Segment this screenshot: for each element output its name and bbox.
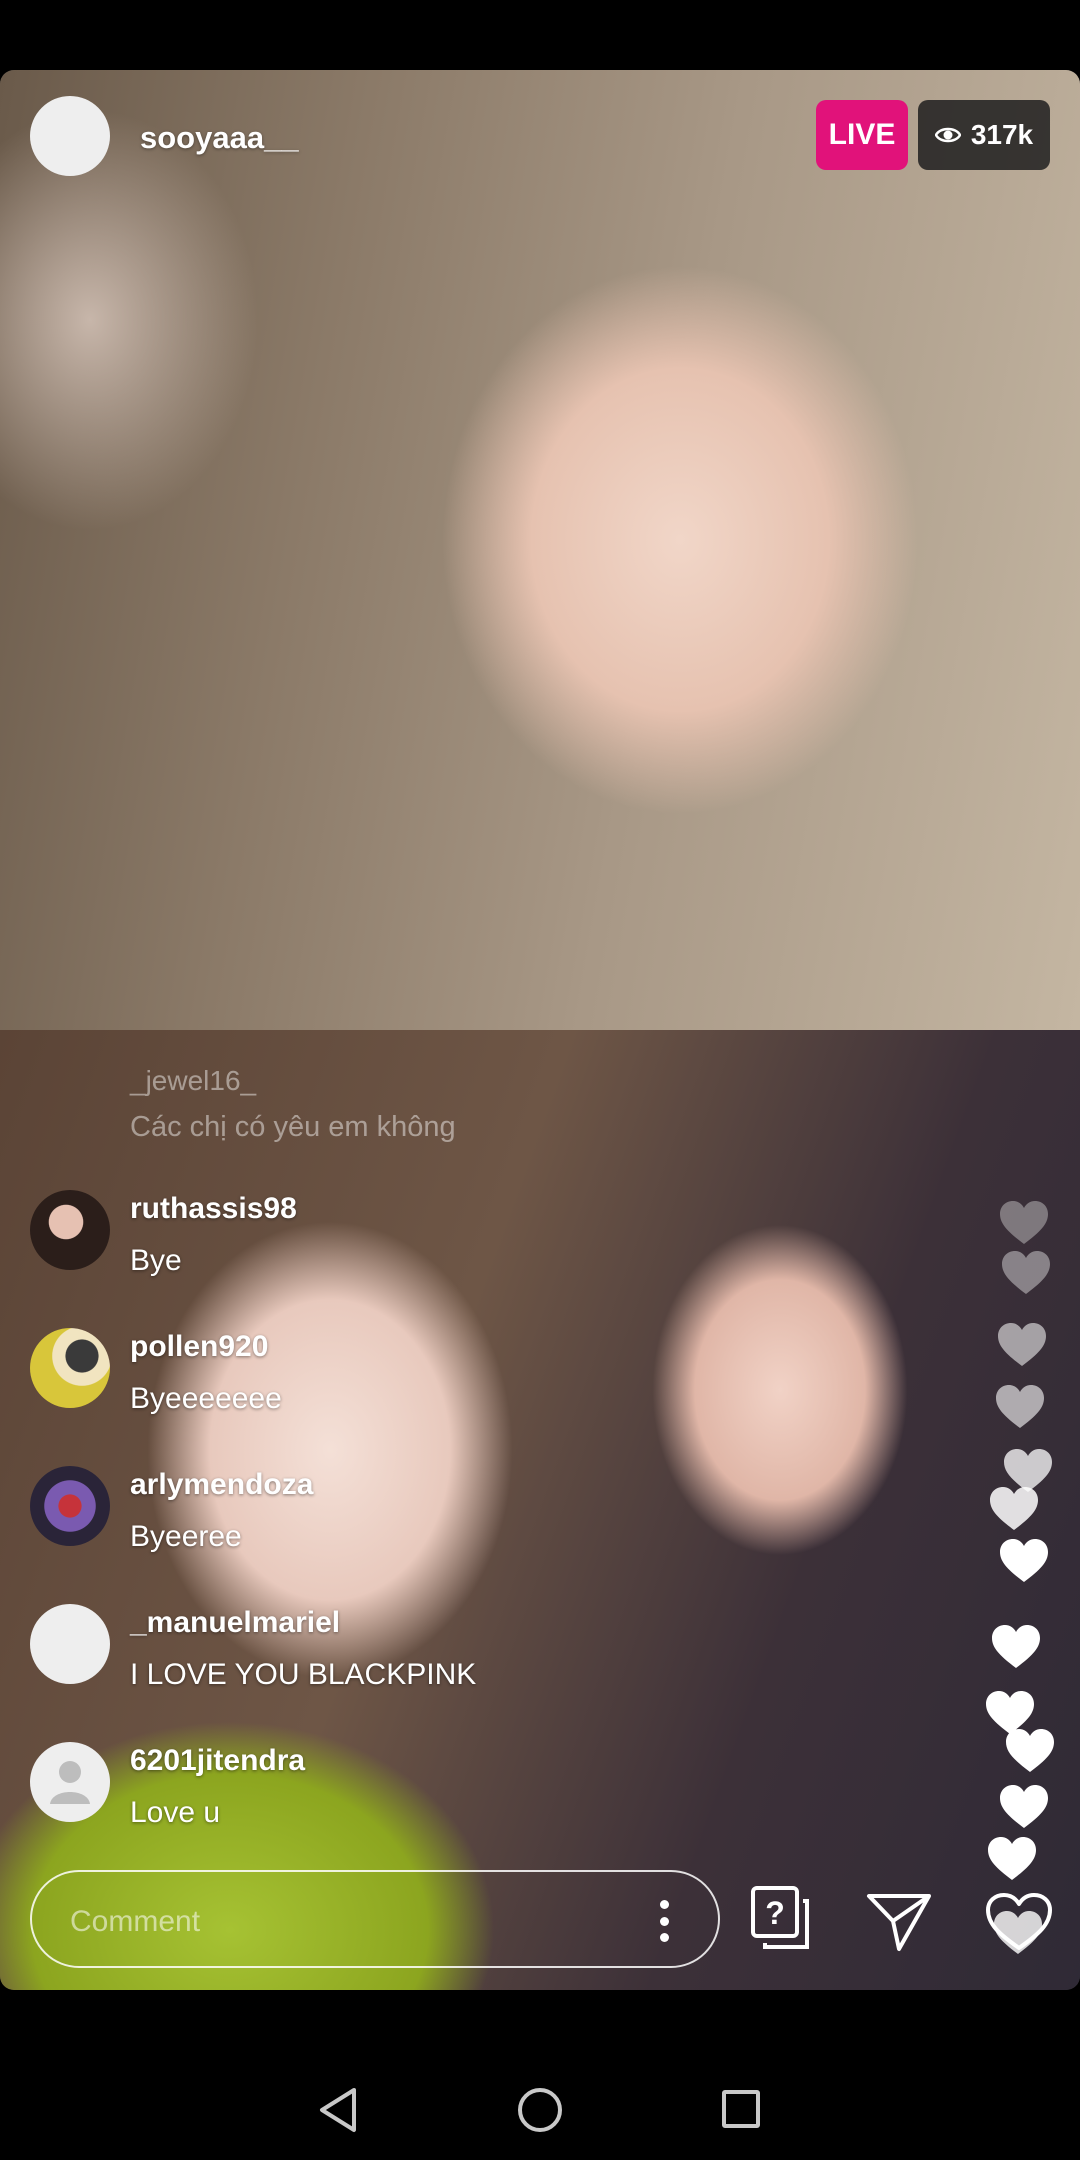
commenter-avatar[interactable]: [30, 1466, 110, 1546]
host-video-feed: [0, 70, 1080, 1030]
comment-username[interactable]: arlymendoza: [130, 1468, 313, 1502]
comment-username[interactable]: _manuelmariel: [130, 1606, 340, 1640]
commenter-avatar[interactable]: [30, 1190, 110, 1270]
question-icon[interactable]: ?: [750, 1885, 810, 1951]
faded-comment: _jewel16_ Các chị có yêu em không: [130, 1065, 456, 1144]
svg-text:?: ?: [765, 1895, 785, 1931]
heart-icon: [990, 1624, 1042, 1670]
comment-username[interactable]: 6201jitendra: [130, 1744, 305, 1778]
comment-item: pollen920 Byeeeeeee: [30, 1318, 790, 1456]
comment-placeholder: Comment: [70, 1905, 201, 1938]
viewer-count: 317k: [970, 119, 1034, 150]
host-username[interactable]: sooyaaa__: [140, 120, 299, 156]
comment-item: ruthassis98 Bye: [30, 1180, 790, 1318]
comment-list: ruthassis98 Bye pollen920 Byeeeeeee arly…: [30, 1180, 790, 1870]
default-avatar-icon: [50, 1761, 90, 1804]
send-icon[interactable]: [866, 1892, 932, 1952]
heart-icon: [1004, 1728, 1056, 1774]
heart-icon: [998, 1200, 1050, 1246]
home-icon[interactable]: [518, 2088, 562, 2132]
comment-item: _manuelmariel I LOVE YOU BLACKPINK: [30, 1594, 790, 1732]
comment-input[interactable]: Comment: [30, 1870, 720, 1968]
commenter-avatar[interactable]: [30, 1742, 110, 1822]
viewer-count-badge[interactable]: 317k: [918, 100, 1050, 170]
heart-icon: [996, 1322, 1048, 1368]
floating-hearts: [980, 1200, 1070, 1960]
comment-text: Bye: [130, 1244, 182, 1277]
comment-item: arlymendoza Byeeree: [30, 1456, 790, 1594]
comment-username[interactable]: pollen920: [130, 1330, 268, 1364]
live-badge: LIVE: [816, 100, 908, 170]
back-icon[interactable]: [316, 2086, 360, 2134]
comment-text: Byeeeeeee: [130, 1382, 282, 1415]
recents-icon[interactable]: [722, 2090, 760, 2128]
heart-icon: [998, 1538, 1050, 1584]
commenter-avatar[interactable]: [30, 1328, 110, 1408]
heart-icon[interactable]: [985, 1892, 1053, 1952]
commenter-avatar[interactable]: [30, 1604, 110, 1684]
comment-username: _jewel16_: [130, 1065, 257, 1096]
heart-icon: [1000, 1250, 1052, 1296]
comment-text: Love u: [130, 1796, 221, 1829]
heart-icon: [998, 1784, 1050, 1830]
comment-text: Các chị có yêu em không: [130, 1111, 456, 1143]
comment-item: 6201jitendra Love u: [30, 1732, 790, 1870]
more-icon[interactable]: [660, 1900, 670, 1942]
heart-icon: [988, 1486, 1040, 1532]
heart-icon: [986, 1836, 1038, 1882]
heart-icon: [994, 1384, 1046, 1430]
live-stream-screen: sooyaaa__ LIVE 317k _jewel16_ Các chị có…: [0, 70, 1080, 1990]
comment-text: Byeeree: [130, 1520, 242, 1553]
host-avatar[interactable]: [30, 96, 110, 176]
system-nav-bar: [0, 2060, 1080, 2160]
comment-username[interactable]: ruthassis98: [130, 1192, 297, 1226]
comment-text: I LOVE YOU BLACKPINK: [130, 1658, 477, 1691]
eye-icon: [934, 127, 961, 143]
